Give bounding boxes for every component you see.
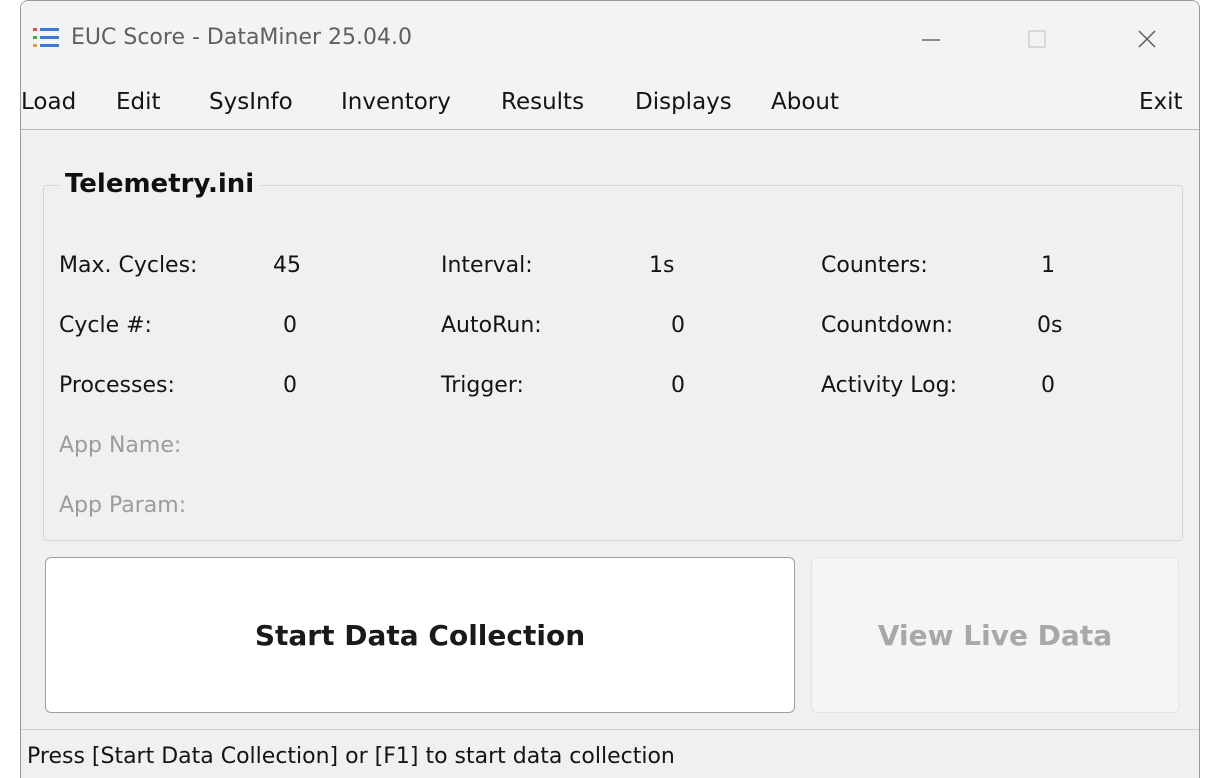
cycle-number-label: Cycle #: [59,313,152,338]
countdown-label: Countdown: [821,313,954,338]
max-cycles-value: 45 [273,253,301,278]
title-bar[interactable]: EUC Score - DataMiner 25.04.0 [21,1,1199,79]
countdown-value: 0s [1037,313,1063,338]
menu-displays[interactable]: Displays [635,82,732,122]
minimize-icon [922,39,940,41]
app-param-label: App Param: [59,493,187,518]
start-data-collection-button[interactable]: Start Data Collection [45,557,795,713]
autorun-label: AutoRun: [441,313,542,338]
cycle-number-value: 0 [283,313,297,338]
menu-bar: Load Edit SysInfo Inventory Results Disp… [21,79,1199,130]
menu-edit[interactable]: Edit [116,82,161,122]
view-live-data-button[interactable]: View Live Data [811,557,1179,713]
menu-exit[interactable]: Exit [1139,82,1183,122]
trigger-label: Trigger: [441,373,524,398]
processes-value: 0 [283,373,297,398]
maximize-icon [1028,30,1046,48]
autorun-value: 0 [671,313,685,338]
list-icon [33,28,59,47]
telemetry-group [43,185,1183,541]
activity-log-value: 0 [1041,373,1055,398]
group-title: Telemetry.ini [59,169,261,199]
interval-label: Interval: [441,253,533,278]
menu-load[interactable]: Load [21,82,76,122]
menu-sysinfo[interactable]: SysInfo [209,82,293,122]
menu-results[interactable]: Results [501,82,584,122]
close-icon [1138,30,1156,48]
processes-label: Processes: [59,373,175,398]
maximize-button[interactable] [1007,9,1067,69]
window-title: EUC Score - DataMiner 25.04.0 [71,25,413,50]
menu-inventory[interactable]: Inventory [341,82,451,122]
counters-value: 1 [1041,253,1055,278]
activity-log-label: Activity Log: [821,373,957,398]
app-name-label: App Name: [59,433,182,458]
trigger-value: 0 [671,373,685,398]
menu-about[interactable]: About [771,82,839,122]
status-bar: Press [Start Data Collection] or [F1] to… [21,729,1199,778]
close-button[interactable] [1117,9,1177,69]
interval-value: 1s [649,253,675,278]
status-text: Press [Start Data Collection] or [F1] to… [27,744,675,769]
minimize-button[interactable] [901,9,961,69]
counters-label: Counters: [821,253,928,278]
max-cycles-label: Max. Cycles: [59,253,198,278]
app-window: EUC Score - DataMiner 25.04.0 Load Edit … [20,0,1200,778]
